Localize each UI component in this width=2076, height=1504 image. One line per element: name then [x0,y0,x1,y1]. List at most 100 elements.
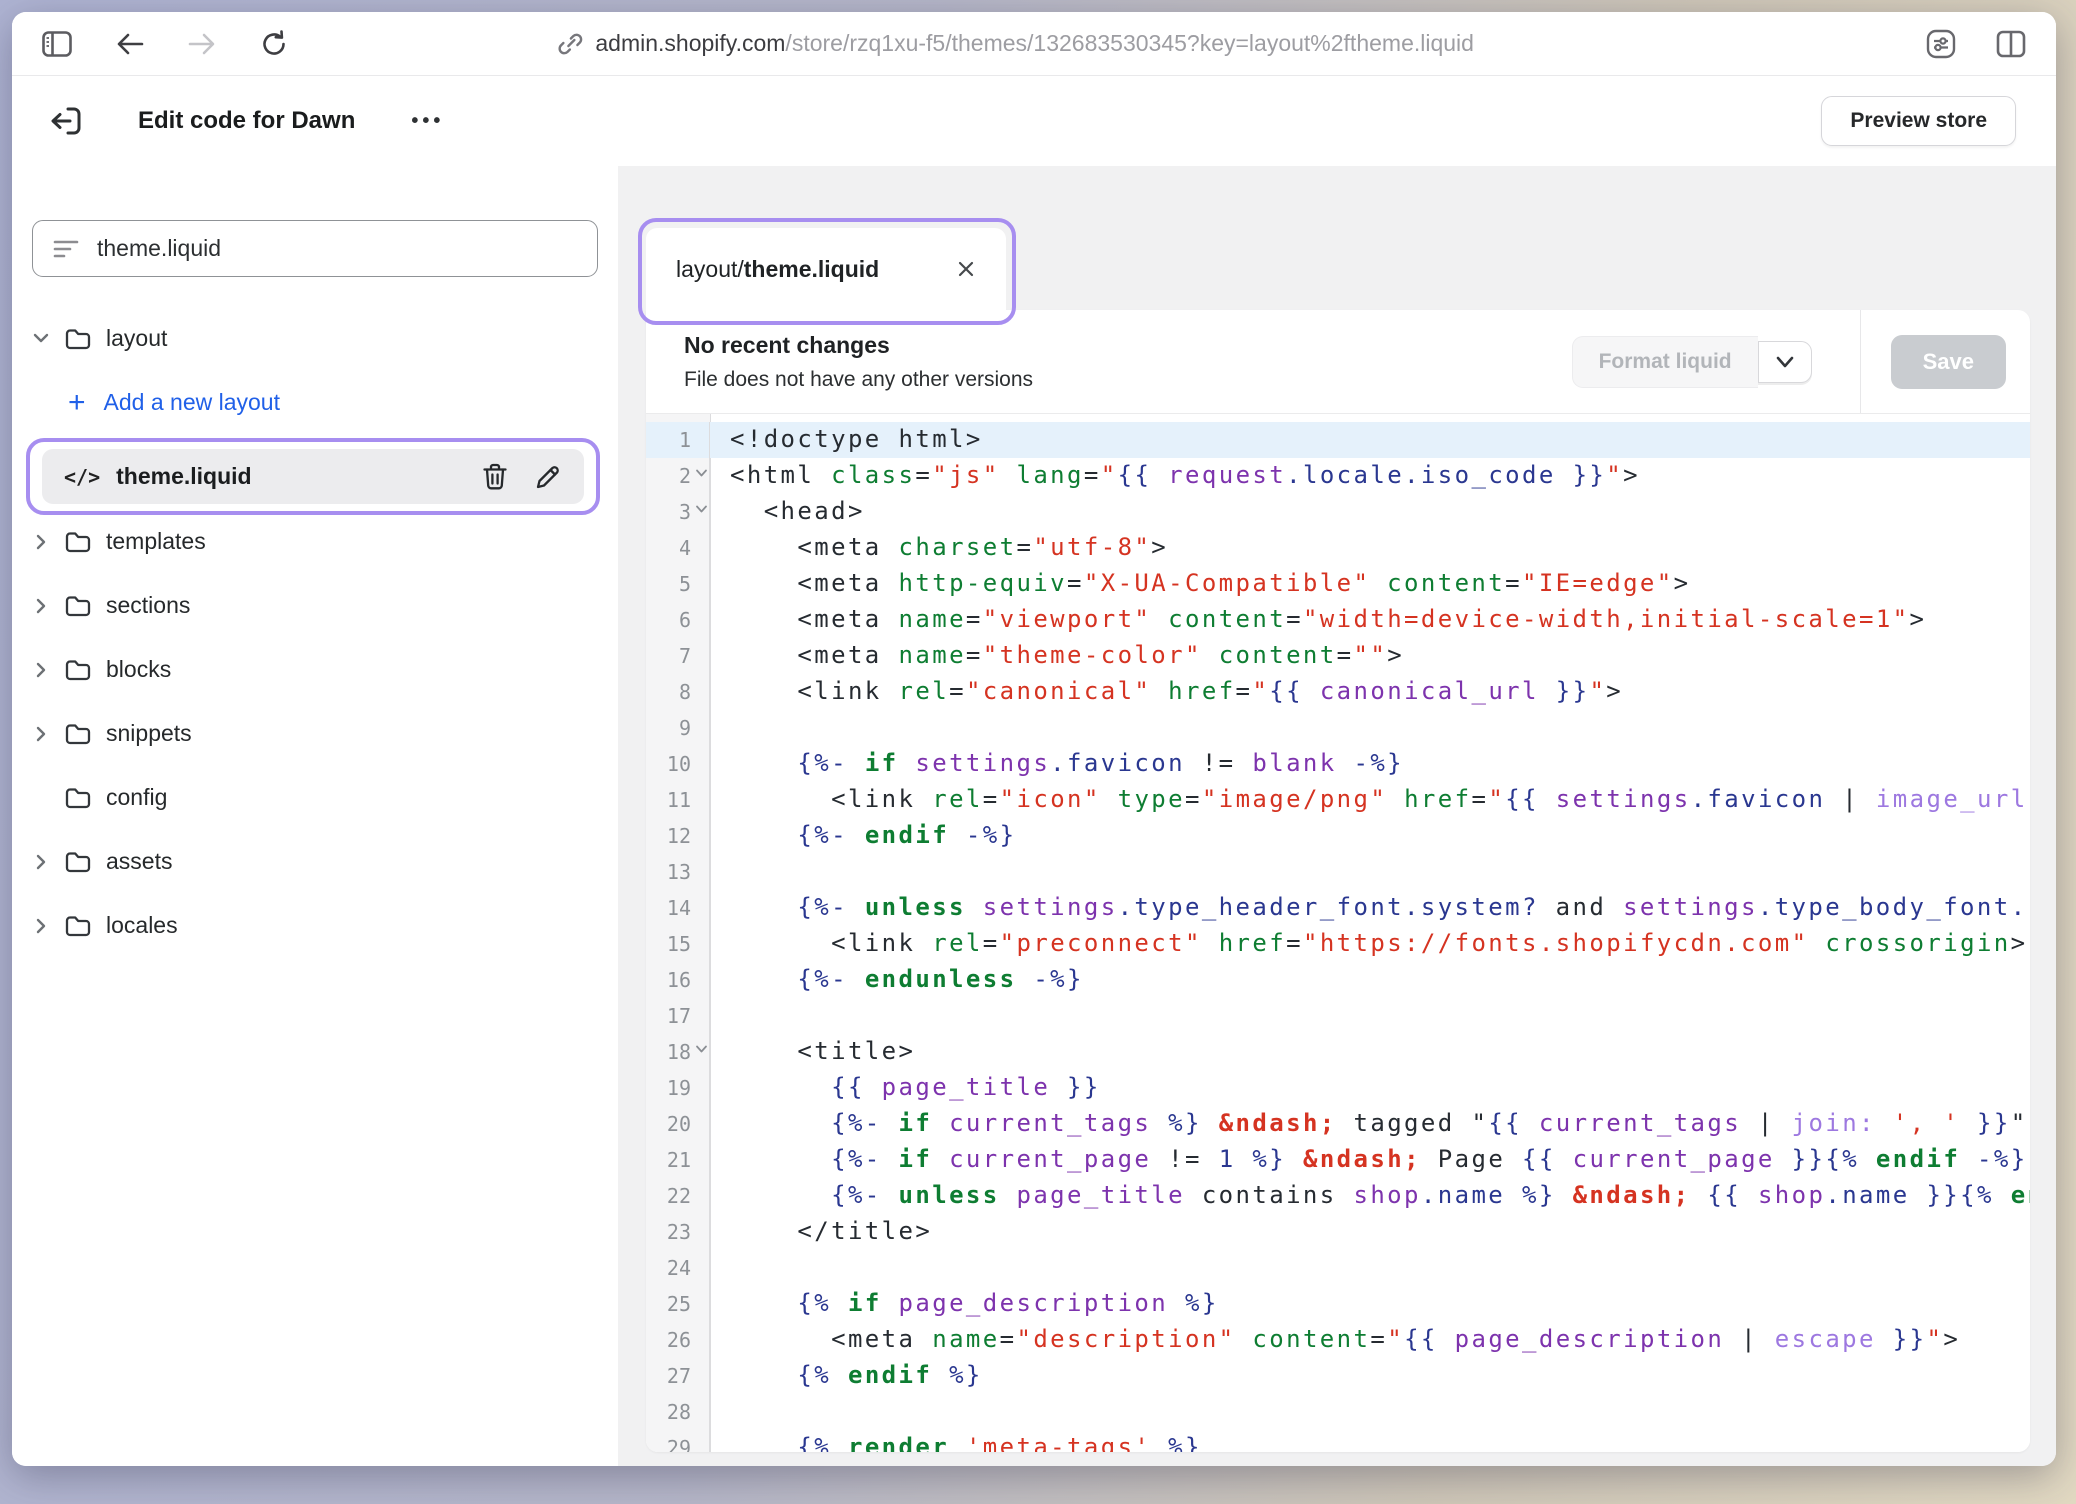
line-number[interactable]: 1 [646,422,710,458]
code-line: 16 {%- endunless -%} [646,962,2030,998]
line-number[interactable]: 24 [646,1250,710,1286]
code-line-content: <title> [710,1034,2030,1070]
code-line-content: {%- endunless -%} [710,962,2030,998]
code-line-content: {% render 'meta-tags' %} [710,1430,2030,1452]
line-number[interactable]: 21 [646,1142,710,1178]
extensions-settings-icon[interactable] [1926,29,1956,59]
code-line: 28 [646,1394,2030,1430]
line-number[interactable]: 25 [646,1286,710,1322]
back-icon[interactable] [116,32,144,56]
line-number[interactable]: 26 [646,1322,710,1358]
line-number[interactable]: 23 [646,1214,710,1250]
chevron-right-icon[interactable] [32,661,64,679]
panel-header: No recent changes File does not have any… [646,310,2030,414]
code-line-content [710,998,2030,1034]
tab-close-icon[interactable] [956,259,976,279]
fold-arrow-icon[interactable] [695,468,708,478]
code-line-content: {%- if current_page != 1 %} &ndash; Page… [710,1142,2030,1178]
sidebar-item-assets[interactable]: assets [32,838,598,885]
line-number[interactable]: 28 [646,1394,710,1430]
code-line: 23 </title> [646,1214,2030,1250]
sidebar-item-templates[interactable]: templates [32,518,598,565]
sidebar-item-locales[interactable]: locales [32,902,598,949]
line-number[interactable]: 8 [646,674,710,710]
file-search-box[interactable] [32,220,598,277]
exit-editor-icon[interactable] [48,104,84,138]
line-number[interactable]: 4 [646,530,710,566]
code-line-content: <link rel="canonical" href="{{ canonical… [710,674,2030,710]
line-number[interactable]: 2 [646,458,710,494]
search-input[interactable] [97,235,577,262]
tab-label: layout/theme.liquid [676,256,879,283]
line-number[interactable]: 11 [646,782,710,818]
code-line: 5 <meta http-equiv="X-UA-Compatible" con… [646,566,2030,602]
chevron-right-icon[interactable] [32,917,64,935]
code-editor[interactable]: 1<!doctype html>2<html class="js" lang="… [646,414,2030,1452]
line-number[interactable]: 13 [646,854,710,890]
code-line-content: <meta name="theme-color" content=""> [710,638,2030,674]
delete-file-icon[interactable] [482,463,508,491]
plus-icon: + [68,388,86,418]
folder-label: locales [106,912,178,939]
chevron-right-icon[interactable] [32,597,64,615]
url-path: /store/rzq1xu-f5/themes/132683530345?key… [785,30,1474,56]
line-number[interactable]: 19 [646,1070,710,1106]
folder-label: layout [106,325,167,352]
line-number[interactable]: 14 [646,890,710,926]
fold-arrow-icon[interactable] [695,1044,708,1054]
tab-layout-theme-liquid[interactable]: layout/theme.liquid [646,228,1006,310]
fold-arrow-icon[interactable] [695,504,708,514]
line-number[interactable]: 12 [646,818,710,854]
line-number[interactable]: 10 [646,746,710,782]
code-line: 14 {%- unless settings.type_header_font.… [646,890,2030,926]
code-line-content: <head> [710,494,2030,530]
folder-icon [64,658,106,682]
line-number[interactable]: 16 [646,962,710,998]
chevron-right-icon[interactable] [32,533,64,551]
sidebar-item-blocks[interactable]: blocks [32,646,598,693]
preview-store-button[interactable]: Preview store [1821,96,2016,146]
code-line: 4 <meta charset="utf-8"> [646,530,2030,566]
format-liquid-dropdown[interactable] [1758,341,1812,383]
code-line-content: {%- if current_tags %} &ndash; tagged "{… [710,1106,2030,1142]
line-number[interactable]: 7 [646,638,710,674]
rename-file-icon[interactable] [534,463,562,491]
reload-icon[interactable] [260,30,288,58]
line-number[interactable]: 5 [646,566,710,602]
line-number[interactable]: 20 [646,1106,710,1142]
url-bar[interactable]: admin.shopify.com/store/rzq1xu-f5/themes… [557,12,1474,75]
forward-icon[interactable] [188,32,216,56]
format-liquid-button[interactable]: Format liquid [1572,336,1758,388]
code-line-content: <html class="js" lang="{{ request.locale… [710,458,2030,494]
file-item-theme-liquid[interactable]: </>theme.liquid [42,449,584,504]
line-number[interactable]: 9 [646,710,710,746]
line-number[interactable]: 17 [646,998,710,1034]
sidebar-item-layout[interactable]: layout [32,315,598,362]
code-line-content: <meta name="description" content="{{ pag… [710,1322,2030,1358]
code-line-content: <meta http-equiv="X-UA-Compatible" conte… [710,566,2030,602]
line-number[interactable]: 15 [646,926,710,962]
chevron-down-icon[interactable] [32,330,64,348]
more-actions-button[interactable]: ••• [411,110,444,133]
browser-toolbar: admin.shopify.com/store/rzq1xu-f5/themes… [12,12,2056,76]
line-number[interactable]: 29 [646,1430,710,1452]
line-number[interactable]: 3 [646,494,710,530]
line-number[interactable]: 27 [646,1358,710,1394]
status-subtitle: File does not have any other versions [684,368,1033,392]
chevron-right-icon[interactable] [32,853,64,871]
line-number[interactable]: 22 [646,1178,710,1214]
sidebar-item-config[interactable]: config [32,774,598,821]
sidebar-toggle-icon[interactable] [42,31,72,57]
header-divider [1860,310,1861,413]
code-line: 9 [646,710,2030,746]
line-number[interactable]: 18 [646,1034,710,1070]
add-new-layout-button[interactable]: +Add a new layout [32,379,598,426]
sidebar-item-sections[interactable]: sections [32,582,598,629]
split-view-icon[interactable] [1996,30,2026,58]
chevron-right-icon[interactable] [32,725,64,743]
line-number[interactable]: 6 [646,602,710,638]
code-line: 6 <meta name="viewport" content="width=d… [646,602,2030,638]
sidebar-item-snippets[interactable]: snippets [32,710,598,757]
link-icon [557,31,583,57]
save-button[interactable]: Save [1891,335,2006,389]
